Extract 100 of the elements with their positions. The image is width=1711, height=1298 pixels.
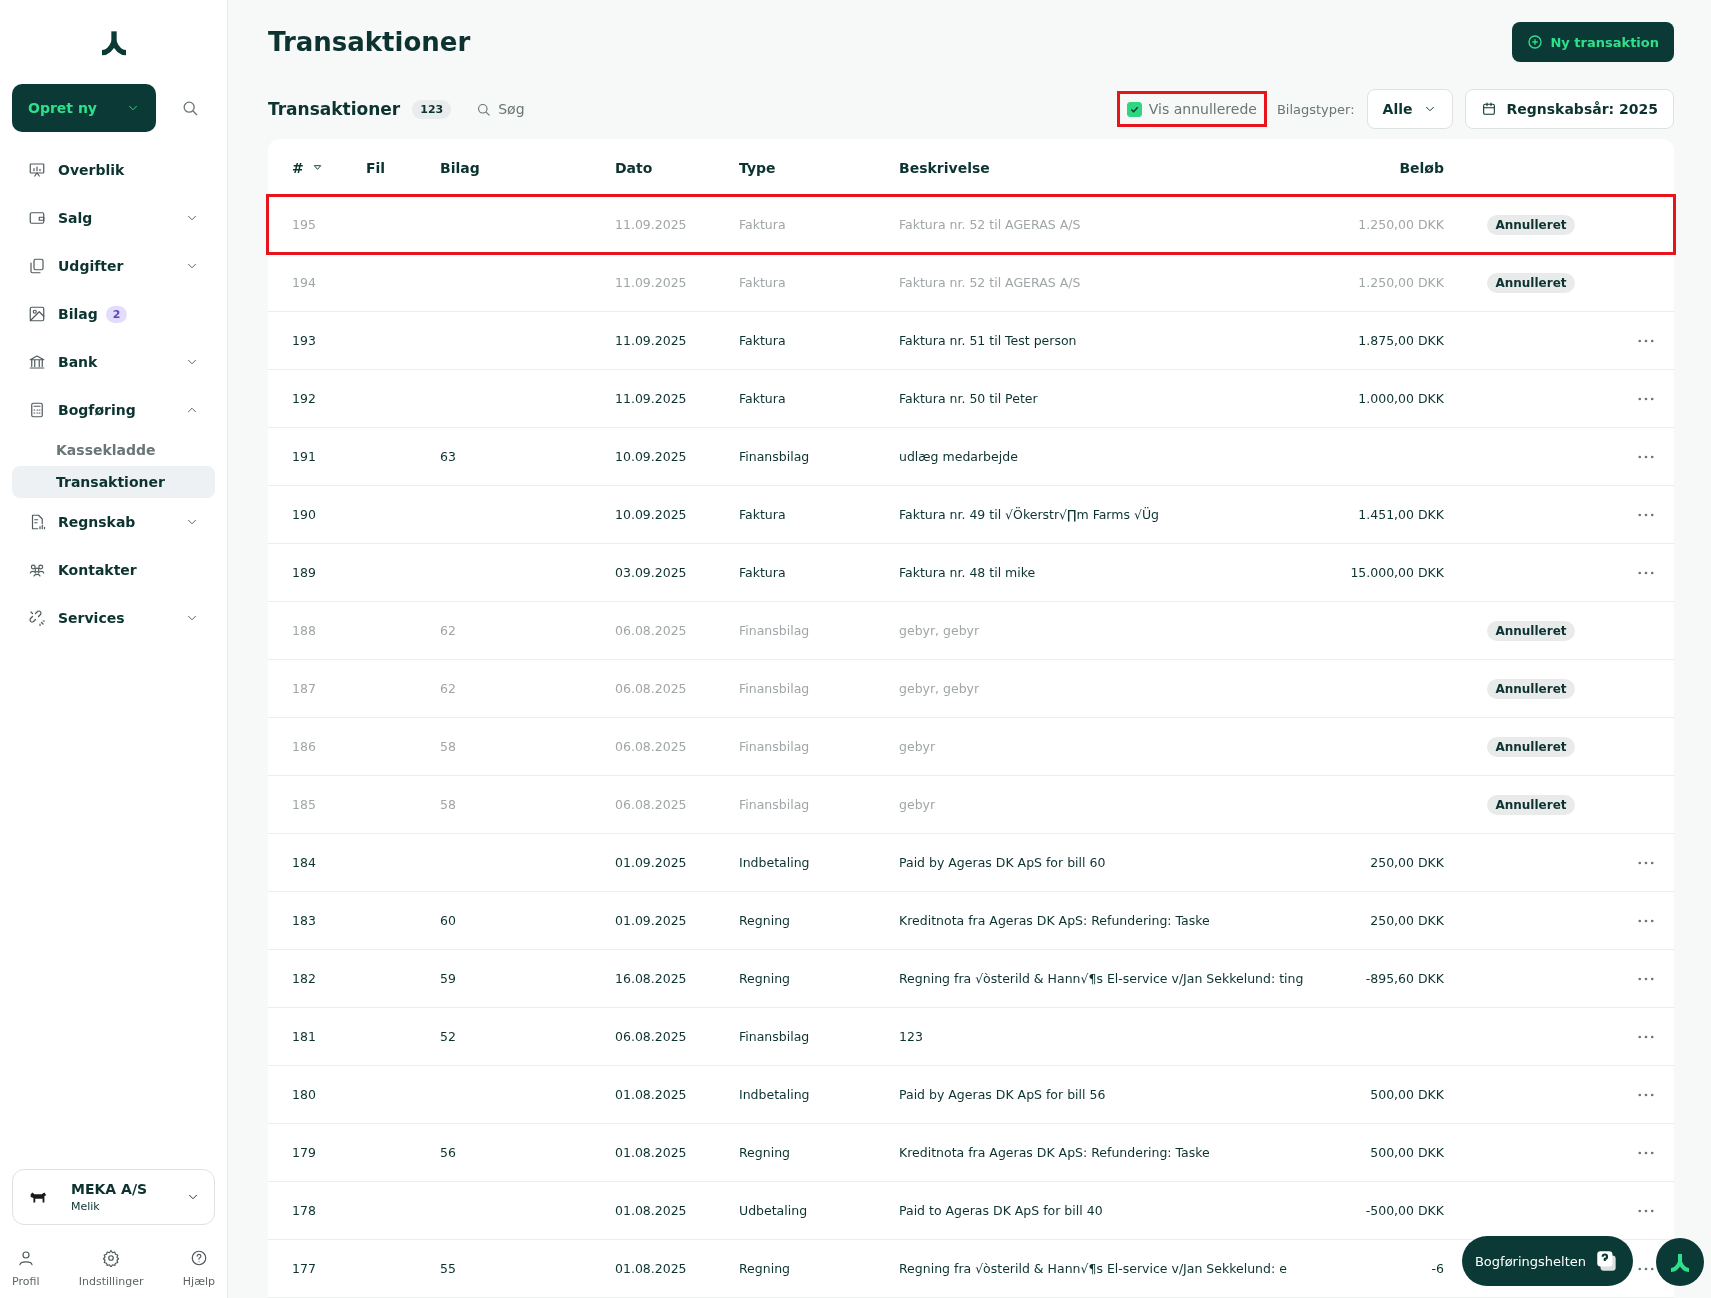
nav-item[interactable]: Bilag 2 <box>12 290 215 338</box>
bank-icon <box>28 353 46 371</box>
status-badge: Annulleret <box>1487 794 1575 815</box>
company-switcher[interactable]: MEKA A/S Melik <box>12 1169 215 1225</box>
column-header: Beløb <box>1398 159 1444 176</box>
more-icon <box>1638 976 1654 981</box>
footer-link[interactable]: Indstillinger <box>78 1249 144 1288</box>
create-button[interactable]: Opret ny <box>12 84 156 132</box>
help-chat-button[interactable]: Bogføringshelten <box>1461 1236 1633 1286</box>
more-icon <box>1638 1208 1654 1213</box>
more-button[interactable] <box>1638 338 1654 343</box>
more-button[interactable] <box>1638 1034 1654 1039</box>
type-dropdown[interactable]: Alle <box>1366 89 1453 129</box>
table-cell-text: 01.08.2025 <box>615 1203 688 1218</box>
search-field[interactable]: Søg <box>475 100 525 118</box>
more-button[interactable] <box>1638 1150 1654 1155</box>
table-cell-text: Finansbilag <box>739 739 811 754</box>
table-cell-text: 180 <box>292 1087 317 1102</box>
table-cell-text: 250,00 DKK <box>1369 913 1444 928</box>
table-cell-text: 01.08.2025 <box>615 1087 688 1102</box>
wallet-icon <box>28 209 46 227</box>
more-button[interactable] <box>1638 454 1654 459</box>
table-cell-text: -895,60 DKK <box>1364 971 1444 986</box>
section-title: Transaktioner <box>268 99 401 119</box>
nav-subitem[interactable]: Kassekladde <box>12 434 215 466</box>
nav-subitem[interactable]: Transaktioner <box>12 466 215 498</box>
table-cell-text: 06.08.2025 <box>615 1029 688 1044</box>
more-button[interactable] <box>1638 1208 1654 1213</box>
footer-link[interactable]: Hjælp <box>182 1249 215 1288</box>
more-icon <box>1638 1034 1654 1039</box>
help-icon <box>189 1249 208 1267</box>
table-cell-text: 06.08.2025 <box>615 739 688 754</box>
calculator-icon <box>28 401 46 419</box>
more-button[interactable] <box>1638 1266 1654 1271</box>
company-name: MEKA A/S <box>71 1181 149 1197</box>
checkbox[interactable] <box>1126 101 1142 117</box>
table-cell-text: 183 <box>292 913 317 928</box>
table-cell-text: 01.08.2025 <box>615 1145 688 1160</box>
table-cell-text: Faktura <box>739 391 787 406</box>
more-button[interactable] <box>1638 570 1654 575</box>
table-cell-text: 181 <box>292 1029 317 1044</box>
more-icon <box>1638 1150 1654 1155</box>
more-button[interactable] <box>1638 860 1654 865</box>
settings-icon <box>102 1249 121 1267</box>
image-icon <box>28 305 46 323</box>
table-cell-text: gebyr <box>899 739 937 754</box>
table-cell-text: Faktura <box>739 565 787 580</box>
table-cell-text: 1.451,00 DKK <box>1357 507 1444 522</box>
footer-link[interactable]: Profil <box>12 1249 40 1288</box>
table-cell-text: 186 <box>292 739 317 754</box>
nav-item[interactable]: Regnskab <box>12 498 215 546</box>
table-cell-text: 16.08.2025 <box>615 971 688 986</box>
new-transaction-button[interactable]: Ny transaktion <box>1512 22 1674 62</box>
table-cell-text: Paid to Ageras DK ApS for bill 40 <box>899 1203 1104 1218</box>
monitor-icon <box>28 161 46 179</box>
nav-item[interactable]: Udgifter <box>12 242 215 290</box>
nav-item[interactable]: Salg <box>12 194 215 242</box>
table-cell-text: 11.09.2025 <box>615 391 688 406</box>
assistant-button[interactable] <box>1656 1238 1704 1286</box>
nav-item[interactable]: Kontakter <box>12 546 215 594</box>
nav-item[interactable]: Services <box>12 594 215 642</box>
table-cell-text: 188 <box>292 623 317 638</box>
table-cell-text: 190 <box>292 507 317 522</box>
nav-item[interactable]: Overblik <box>12 146 215 194</box>
table-cell-text: 01.09.2025 <box>615 855 688 870</box>
table-cell-text: 58 <box>440 797 457 812</box>
nav-item[interactable]: Bank <box>12 338 215 386</box>
fiscal-year-button[interactable]: Regnskabsår: 2025 <box>1464 89 1674 129</box>
table-cell-text: gebyr, gebyr <box>899 681 981 696</box>
more-button[interactable] <box>1638 976 1654 981</box>
table-cell-text: Finansbilag <box>739 1029 811 1044</box>
more-button[interactable] <box>1638 512 1654 517</box>
column-header: Bilag <box>440 159 481 176</box>
column-header: Type <box>739 159 777 176</box>
more-icon <box>1638 1092 1654 1097</box>
nav-item[interactable]: Bogføring <box>12 386 215 434</box>
table-cell-text: 195 <box>292 217 317 232</box>
table-cell-text: 06.08.2025 <box>615 681 688 696</box>
table-cell-text: Finansbilag <box>739 449 811 464</box>
table-cell-text: 177 <box>292 1261 317 1276</box>
table-cell-text: 59 <box>440 971 457 986</box>
person-icon <box>16 1249 35 1267</box>
table-cell-text: 185 <box>292 797 317 812</box>
column-header: # <box>292 159 304 176</box>
table-cell-text: 15.000,00 DKK <box>1349 565 1444 580</box>
table-cell-text: Indbetaling <box>739 1087 811 1102</box>
table-cell-text: Kreditnota fra Ageras DK ApS: Refundering: Taske <box>899 1145 1211 1160</box>
more-button[interactable] <box>1638 918 1654 923</box>
table-cell-text: Indbetaling <box>739 855 811 870</box>
table-cell-text: 178 <box>292 1203 317 1218</box>
table-cell-text: -6 <box>1430 1261 1444 1276</box>
more-icon <box>1638 338 1654 343</box>
table-cell-text: 179 <box>292 1145 317 1160</box>
table-cell-text: 250,00 DKK <box>1369 855 1444 870</box>
more-button[interactable] <box>1638 1092 1654 1097</box>
table-cell-text: 1.250,00 DKK <box>1357 217 1444 232</box>
column-header: Beskrivelse <box>899 159 991 176</box>
more-button[interactable] <box>1638 396 1654 401</box>
table-cell-text: 123 <box>899 1029 924 1044</box>
table-cell-text: udlæg medarbejde <box>899 449 1019 464</box>
